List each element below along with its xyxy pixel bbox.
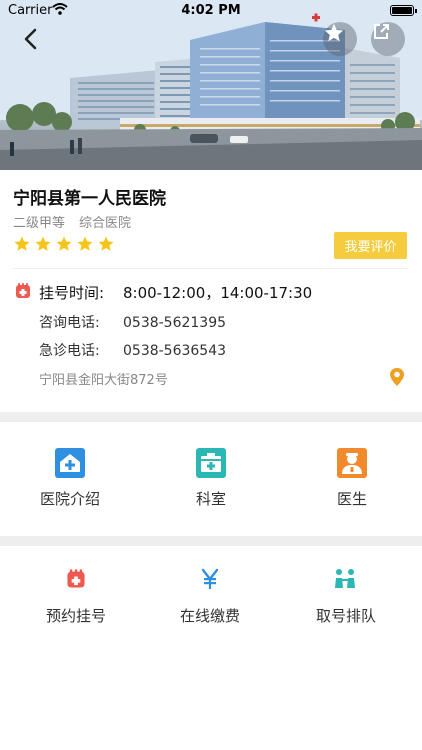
department-icon [196,448,226,482]
rating-stars [13,235,115,253]
registration-time-icon [14,282,32,304]
write-review-button[interactable]: 我要评价 [334,232,407,259]
star-icon [324,23,344,42]
back-button[interactable] [18,26,44,52]
share-button[interactable] [371,22,405,56]
menu-item-online-payment[interactable]: 在线缴费 [140,546,280,646]
primary-menu: 医院介绍 科室 医生 [0,422,422,536]
rating-star-icon [35,236,51,251]
clock-time: 4:02 PM [181,3,241,18]
hospital-address[interactable]: 宁阳县金阳大街872号 [39,369,168,388]
hospital-name: 宁阳县第一人民医院 [13,189,166,209]
hospital-info-panel: 宁阳县第一人民医院 二级甲等 综合医院 我要评价 挂号时间: 8:00-12:00，… [0,170,422,412]
consult-phone-label: 咨询电话: [39,315,100,331]
registration-hours-row: 挂号时间: 8:00-12:00，14:00-17:30 [39,282,312,303]
status-bar: Carrier 4:02 PM [0,0,422,22]
hospital-hero-image: Carrier 4:02 PM [0,0,422,170]
consult-phone-row[interactable]: 咨询电话: 0538-5621395 [39,312,226,332]
menu-item-label: 取号排队 [315,607,376,625]
menu-item-department[interactable]: 科室 [141,422,281,536]
section-separator [0,412,422,422]
menu-item-label: 医院介绍 [39,490,100,508]
share-icon [374,24,389,39]
queue-icon [334,568,358,594]
rating-star-icon [56,236,72,251]
registration-hours-label: 挂号时间: [39,284,105,302]
emergency-phone-label: 急诊电话: [39,343,100,359]
section-separator [0,536,422,546]
hospital-level: 二级甲等 [13,216,66,231]
menu-item-label: 科室 [195,490,226,508]
emergency-phone-row[interactable]: 急诊电话: 0538-5636543 [39,340,226,360]
rating-star-icon [98,236,114,251]
menu-item-appointment[interactable]: 预约挂号 [6,546,146,646]
divider [13,268,409,269]
menu-item-label: 医生 [336,490,367,508]
hospital-info-icon [55,448,85,482]
rating-star-icon [14,236,30,251]
consult-phone-value[interactable]: 0538-5621395 [123,315,226,331]
menu-item-label: 预约挂号 [45,607,106,625]
doctor-icon [337,448,367,482]
menu-item-hospital-intro[interactable]: 医院介绍 [0,422,140,536]
appointment-icon [65,568,87,594]
emergency-phone-value[interactable]: 0538-5636543 [123,343,226,359]
menu-item-doctor[interactable]: 医生 [282,422,422,536]
payment-icon [199,568,221,594]
battery-icon [390,5,417,16]
chevron-left-icon [24,28,37,50]
service-menu: 预约挂号 在线缴费 取号排队 [0,546,422,646]
menu-item-queue[interactable]: 取号排队 [276,546,416,646]
hospital-tags: 二级甲等 综合医院 [13,212,131,231]
favorite-button[interactable] [323,22,357,56]
menu-item-label: 在线缴费 [179,607,240,625]
hospital-building-illustration [0,0,422,170]
registration-hours-value: 8:00-12:00，14:00-17:30 [123,284,313,302]
location-pin-icon[interactable] [389,367,405,391]
hospital-type: 综合医院 [79,216,132,231]
rating-star-icon [77,236,93,251]
